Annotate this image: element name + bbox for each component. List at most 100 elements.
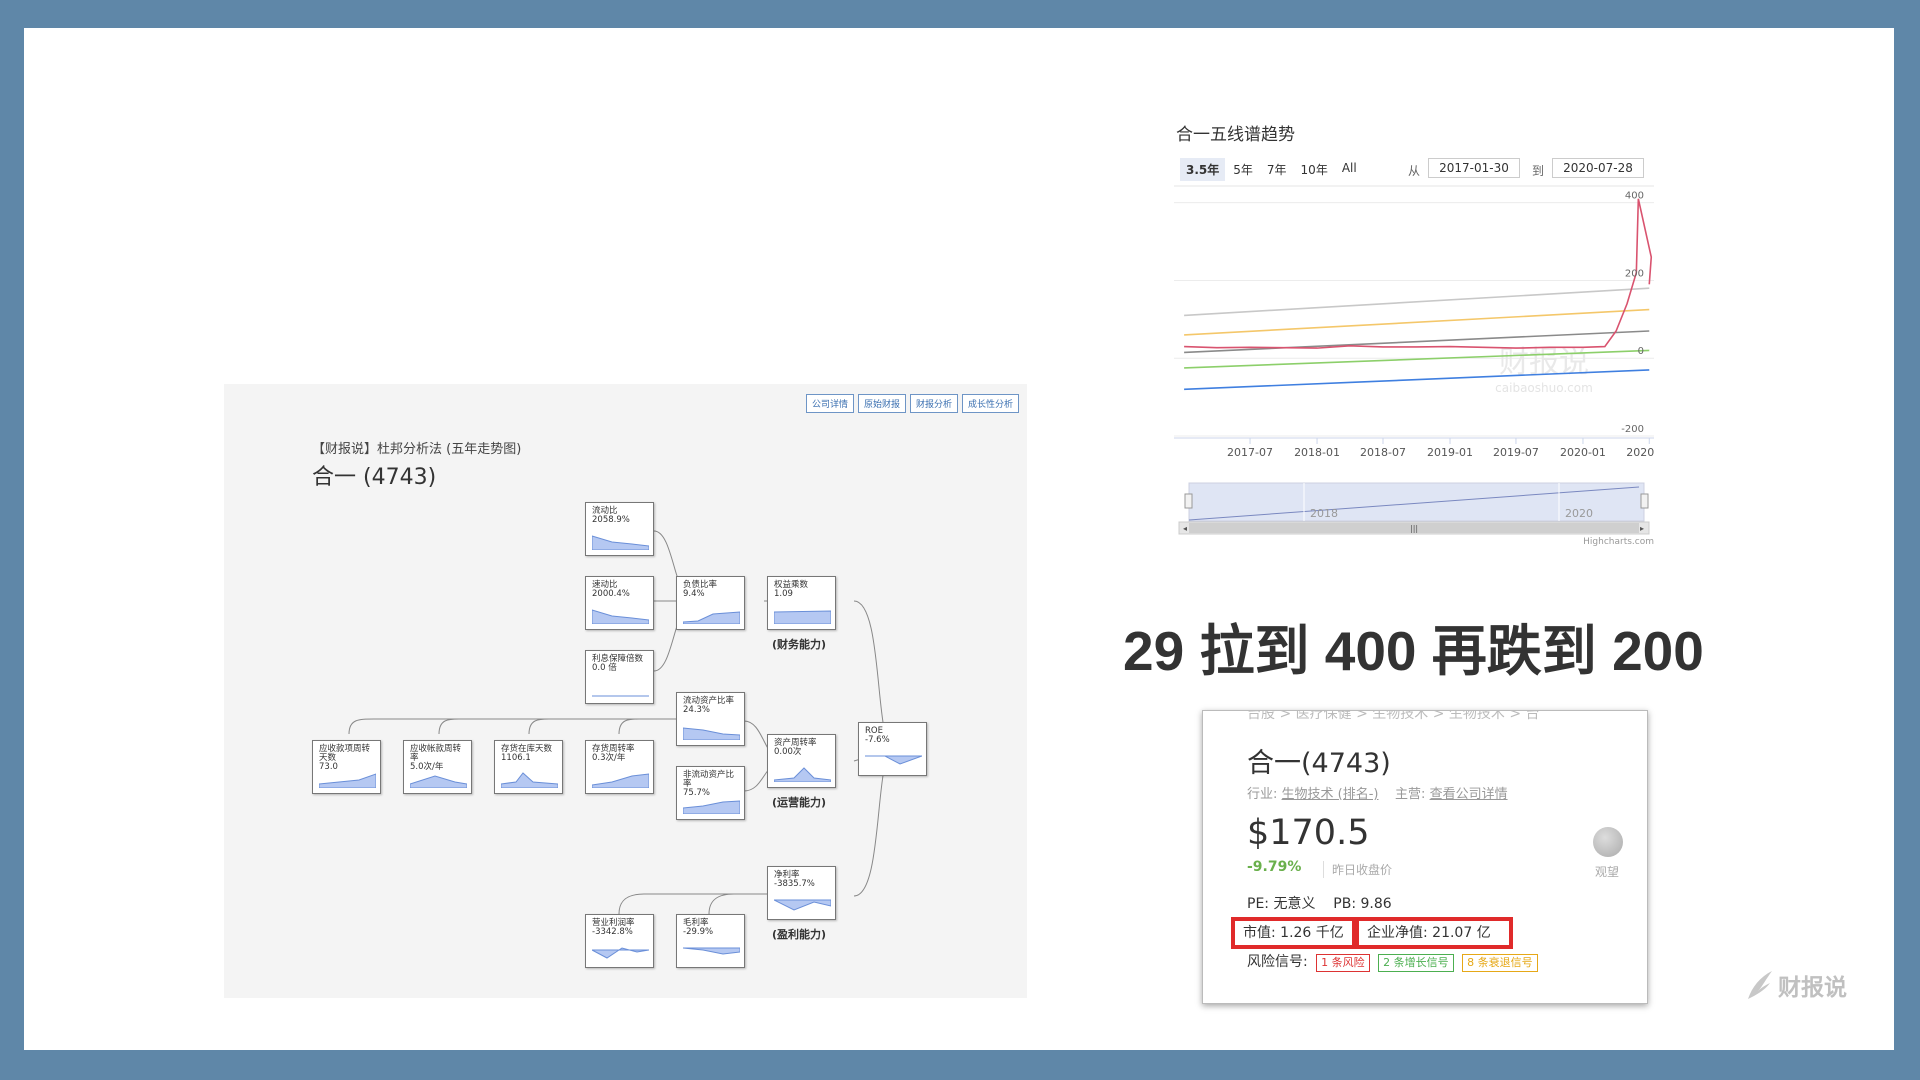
node-quick-ratio[interactable]: 速动比 2000.4% — [585, 576, 654, 630]
business-link[interactable]: 查看公司详情 — [1430, 787, 1508, 802]
link-raw-report[interactable]: 原始财报 — [857, 394, 906, 413]
x-tick-label: 2019-01 — [1427, 446, 1473, 459]
navigator-handle-right — [1640, 493, 1649, 509]
range-button-3-5y[interactable]: 3.5年 — [1180, 158, 1226, 181]
pb-value: PB: 9.86 — [1333, 896, 1392, 912]
risk-label: 风险信号: — [1247, 954, 1308, 970]
scrollbar-left-arrow-icon: ◂ — [1183, 524, 1187, 533]
node-inventory-turnover[interactable]: 存货周转率 0.3次/年 — [585, 740, 654, 794]
link-report-analysis[interactable]: 财报分析 — [909, 394, 958, 413]
node-receivable-turnover[interactable]: 应收帐款周转率 5.0次/年 — [403, 740, 472, 794]
caption-finance: (财务能力) — [772, 638, 827, 651]
highcharts-credit[interactable]: Highcharts.com — [1583, 537, 1654, 547]
stock-price: $170.5 — [1247, 813, 1370, 853]
dupont-title: 合一 (4743) — [312, 465, 437, 490]
node-sparkline — [774, 899, 831, 911]
node-sparkline — [501, 772, 558, 788]
valuation-ratios: PE: 无意义 PB: 9.86 — [1247, 893, 1392, 913]
node-receivable-days[interactable]: 应收款项周转天数 73.0 — [312, 740, 381, 794]
navigator-label: 2020 — [1565, 507, 1593, 520]
y-tick-label: 200 — [1625, 268, 1644, 279]
node-sparkline — [592, 609, 649, 624]
market-cap-highlight: 市值: 1.26 千亿 — [1231, 917, 1356, 949]
range-button-10y[interactable]: 10年 — [1295, 158, 1334, 181]
x-tick-label: 2018-07 — [1360, 446, 1406, 459]
range-button-7y[interactable]: 7年 — [1261, 158, 1293, 181]
range-button-all[interactable]: All — [1336, 158, 1363, 181]
to-date-input[interactable] — [1552, 158, 1644, 178]
node-gross-margin[interactable]: 毛利率 -29.9% — [676, 914, 745, 968]
net-value-highlight: 企业净值: 21.07 亿 — [1355, 917, 1513, 949]
node-equity-multiplier[interactable]: 权益乘数 1.09 — [767, 576, 836, 630]
node-sparkline — [683, 800, 740, 814]
watch-indicator-icon[interactable] — [1593, 827, 1623, 857]
decline-tag[interactable]: 8 条衰退信号 — [1462, 954, 1538, 972]
node-inventory-days[interactable]: 存货在库天数 1106.1 — [494, 740, 563, 794]
node-sparkline — [410, 775, 467, 788]
node-value: 9.4% — [683, 589, 705, 599]
node-value: 0.3次/年 — [592, 753, 626, 763]
trend-chart: 财报说caibaoshuo.com4002000-2002017-07 2018-… — [1174, 185, 1654, 535]
y-tick-label: 0 — [1638, 346, 1644, 357]
node-value: 24.3% — [683, 705, 711, 715]
caption-profit: (盈利能力) — [772, 928, 827, 941]
risk-tag[interactable]: 1 条风险 — [1316, 954, 1370, 972]
band-line-1 — [1184, 287, 1650, 317]
chart-title: 合一五线谱趋势 — [1176, 125, 1295, 145]
node-noncurrent-asset-ratio[interactable]: 非流动资产比率 75.7% — [676, 766, 745, 820]
node-value: 0.0 倍 — [592, 663, 617, 673]
node-net-margin[interactable]: 净利率 -3835.7% — [767, 866, 836, 920]
price-line — [1184, 198, 1653, 349]
node-value: -3835.7% — [774, 879, 815, 889]
node-sparkline — [592, 947, 649, 959]
risk-signals: 风险信号: 1 条风险 2 条增长信号 8 条衰退信号 — [1247, 951, 1538, 972]
node-operating-margin[interactable]: 营业利润率 -3342.8% — [585, 914, 654, 968]
breadcrumb[interactable]: 台股 > 医疗保健 > 生物技术 > 生物技术 > 台 — [1247, 711, 1540, 723]
range-selector: 3.5年 5年 7年 10年 All — [1180, 158, 1363, 181]
x-tick-label: 2020-01 — [1560, 446, 1606, 459]
node-sparkline — [319, 773, 376, 788]
from-label: 从 — [1408, 164, 1421, 178]
link-company-detail[interactable]: 公司详情 — [805, 394, 854, 413]
stock-card: 台股 > 医疗保健 > 生物技术 > 生物技术 > 台 合一(4743) 行业:… — [1202, 710, 1648, 1004]
node-current-ratio[interactable]: 流动比 2058.9% — [585, 502, 654, 556]
x-tick-label: 2019-07 — [1493, 446, 1539, 459]
to-label: 到 — [1532, 164, 1545, 178]
growth-tag[interactable]: 2 条增长信号 — [1378, 954, 1454, 972]
node-sparkline — [592, 773, 649, 788]
link-growth-analysis[interactable]: 成长性分析 — [961, 394, 1019, 413]
industry-label: 行业: — [1247, 787, 1278, 802]
headline: 29 拉到 400 再跌到 200 — [1123, 620, 1704, 682]
brand-logo: 财报说 — [1744, 968, 1847, 1002]
node-current-asset-ratio[interactable]: 流动资产比率 24.3% — [676, 692, 745, 746]
scrollbar-grip-icon: ||| — [1410, 524, 1418, 533]
node-debt-ratio[interactable]: 负债比率 9.4% — [676, 576, 745, 630]
node-interest-coverage[interactable]: 利息保障倍数 0.0 倍 — [585, 650, 654, 704]
band-line-2 — [1184, 308, 1650, 336]
node-value: 2000.4% — [592, 589, 630, 599]
node-value: -29.9% — [683, 927, 714, 937]
navigator-label: 2018 — [1310, 507, 1338, 520]
industry-link[interactable]: 生物技术 (排名-) — [1282, 787, 1379, 802]
scrollbar-right-arrow-icon: ▸ — [1640, 524, 1644, 533]
range-button-5y[interactable]: 5年 — [1227, 158, 1259, 181]
from-date-input[interactable] — [1428, 158, 1520, 178]
node-value: -3342.8% — [592, 927, 633, 937]
caption-operation: (运营能力) — [772, 796, 827, 809]
stock-meta: 行业: 生物技术 (排名-) 主营: 查看公司详情 — [1247, 783, 1508, 802]
node-sparkline — [683, 611, 740, 624]
node-sparkline — [683, 727, 740, 740]
y-tick-label: -200 — [1621, 424, 1644, 435]
y-tick-label: 400 — [1625, 191, 1644, 202]
node-sparkline — [774, 610, 831, 624]
node-value: -7.6% — [865, 735, 890, 745]
business-label: 主营: — [1395, 787, 1426, 802]
node-roe[interactable]: ROE -7.6% — [858, 722, 927, 776]
node-sparkline — [592, 695, 649, 697]
dupont-panel: 公司详情 原始财报 财报分析 成长性分析 【财报说】杜邦分析法 (五年走势图) … — [224, 384, 1027, 998]
node-asset-turnover[interactable]: 资产周转率 0.00次 — [767, 734, 836, 788]
node-value: 2058.9% — [592, 515, 630, 525]
logo-text: 财报说 — [1778, 975, 1847, 1001]
x-tick-label: 2020-07 — [1626, 446, 1654, 459]
stock-name: 合一(4743) — [1247, 748, 1391, 779]
